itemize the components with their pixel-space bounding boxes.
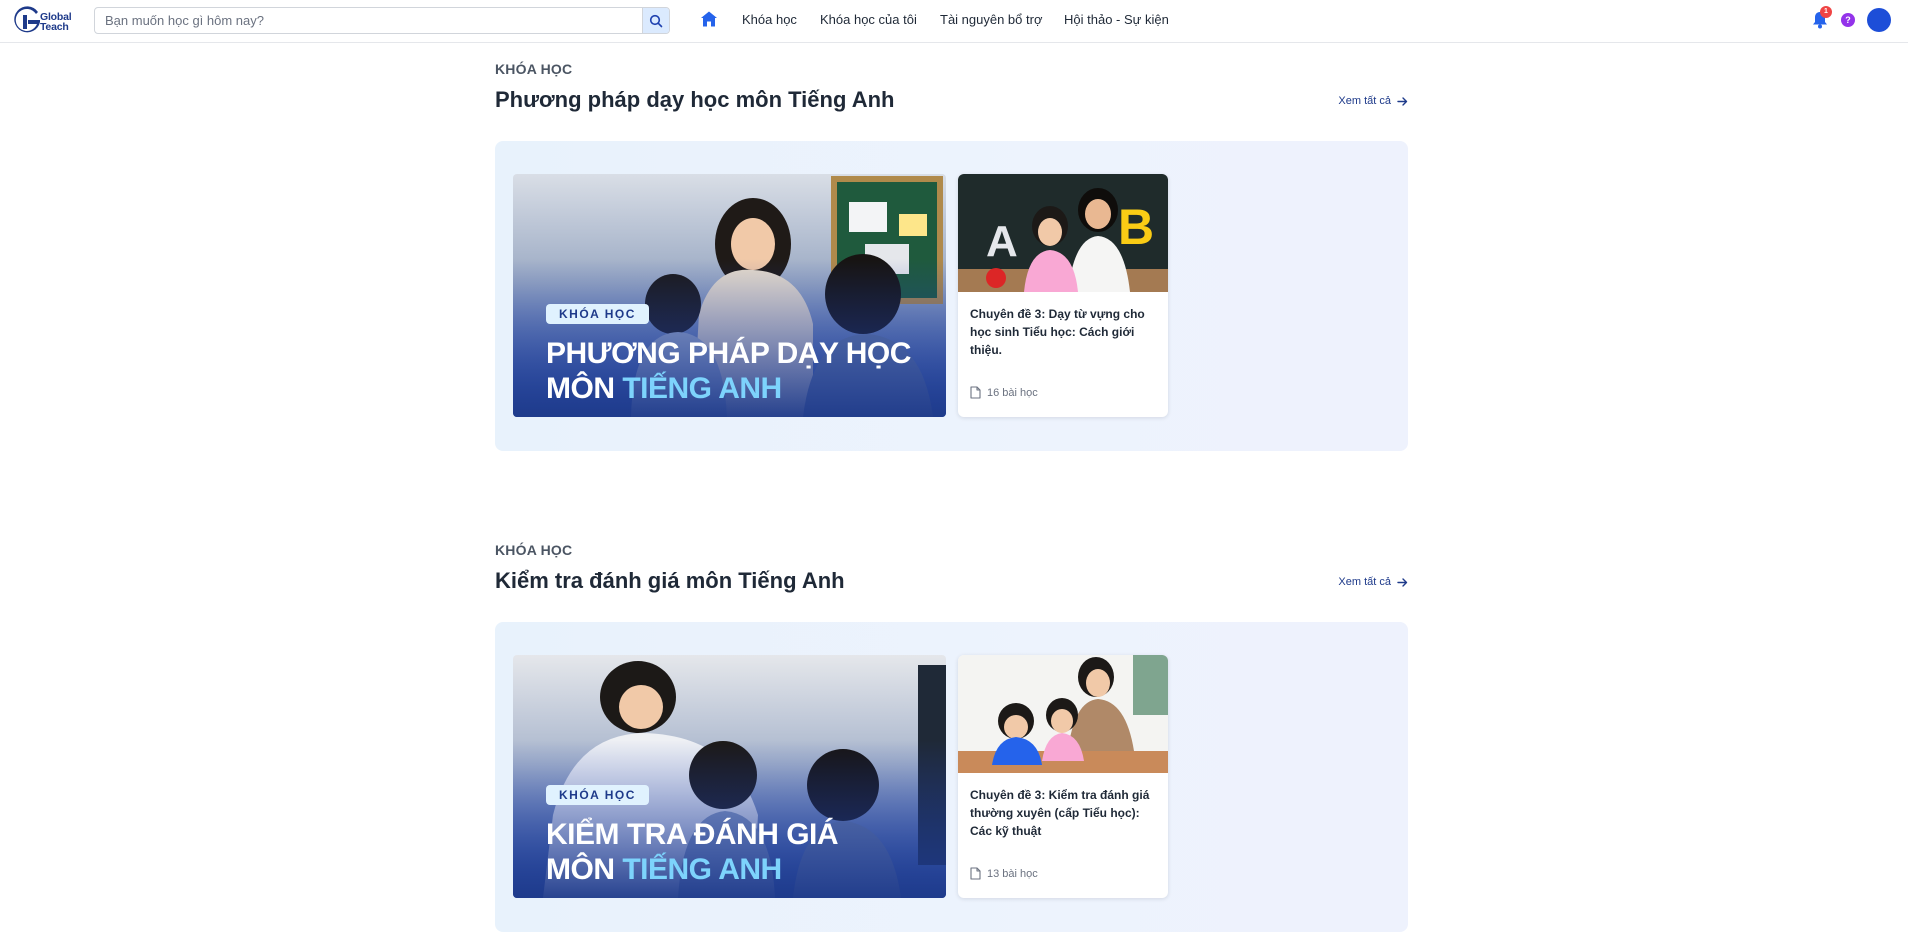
banner-title: KIỂM TRA ĐÁNH GIÁ MÔN TIẾNG ANH bbox=[546, 817, 839, 887]
see-all-label: Xem tất cả bbox=[1338, 576, 1391, 588]
course-banner[interactable]: KHÓA HỌC PHƯƠNG PHÁP DẠY HỌC MÔN TIẾNG A… bbox=[513, 174, 946, 417]
logo-g-icon bbox=[14, 6, 41, 33]
course-panel: KHÓA HỌC PHƯƠNG PHÁP DẠY HỌC MÔN TIẾNG A… bbox=[495, 141, 1408, 451]
nav-khoa-hoc-cua-toi[interactable]: Khóa học của tôi bbox=[820, 12, 917, 27]
see-all-link[interactable]: Xem tất cả bbox=[1338, 95, 1408, 107]
lesson-card[interactable]: Chuyên đề 3: Kiểm tra đánh giá thường xu… bbox=[958, 655, 1168, 898]
search-input[interactable] bbox=[105, 8, 635, 33]
top-navigation-bar: Global Teach Khóa học Khóa học của tôi T… bbox=[0, 0, 1908, 43]
lesson-count: 13 bài học bbox=[970, 867, 1038, 880]
banner-title-line1: PHƯƠNG PHÁP DẠY HỌC bbox=[546, 337, 911, 370]
lesson-count-label: 16 bài học bbox=[987, 386, 1038, 399]
see-all-link[interactable]: Xem tất cả bbox=[1338, 576, 1408, 588]
search-icon bbox=[649, 14, 663, 27]
lesson-card[interactable]: A B Chuyên đề 3: Dạy từ vựng cho học sin… bbox=[958, 174, 1168, 417]
section-title: Kiểm tra đánh giá môn Tiếng Anh bbox=[495, 568, 845, 593]
banner-title-highlight: TIẾNG ANH bbox=[622, 853, 782, 886]
banner-title-highlight: TIẾNG ANH bbox=[622, 372, 782, 405]
section-eyebrow: KHÓA HỌC bbox=[495, 542, 573, 558]
svg-text:B: B bbox=[1118, 199, 1154, 255]
banner-title-line1: KIỂM TRA ĐÁNH GIÁ bbox=[546, 818, 839, 851]
nav-khoa-hoc[interactable]: Khóa học bbox=[742, 12, 797, 27]
banner-tag: KHÓA HỌC bbox=[546, 304, 649, 324]
arrow-right-icon bbox=[1397, 577, 1408, 587]
lesson-card-title: Chuyên đề 3: Dạy từ vựng cho học sinh Ti… bbox=[970, 307, 1145, 357]
arrow-right-icon bbox=[1397, 96, 1408, 106]
lesson-thumbnail-image: A B bbox=[958, 174, 1168, 292]
lesson-card-title: Chuyên đề 3: Kiểm tra đánh giá thường xu… bbox=[970, 788, 1150, 838]
search-button[interactable] bbox=[642, 8, 669, 33]
nav-tai-nguyen-bo-tro[interactable]: Tài nguyên bổ trợ bbox=[940, 12, 1042, 27]
lesson-count: 16 bài học bbox=[970, 386, 1038, 399]
banner-title-prefix: MÔN bbox=[546, 372, 623, 405]
home-icon[interactable] bbox=[700, 10, 718, 28]
course-section-kiem-tra: KHÓA HỌC Kiểm tra đánh giá môn Tiếng Anh… bbox=[495, 542, 1408, 932]
banner-tag: KHÓA HỌC bbox=[546, 785, 649, 805]
user-avatar[interactable] bbox=[1867, 8, 1891, 32]
notification-badge: 1 bbox=[1820, 6, 1832, 18]
banner-title-prefix: MÔN bbox=[546, 853, 623, 886]
course-panel: KHÓA HỌC KIỂM TRA ĐÁNH GIÁ MÔN TIẾNG ANH bbox=[495, 622, 1408, 932]
global-teach-logo[interactable]: Global Teach bbox=[12, 5, 78, 37]
document-icon bbox=[970, 386, 981, 399]
see-all-label: Xem tất cả bbox=[1338, 95, 1391, 107]
course-section-phuong-phap: KHÓA HỌC Phương pháp dạy học môn Tiếng A… bbox=[495, 61, 1408, 451]
banner-title: PHƯƠNG PHÁP DẠY HỌC MÔN TIẾNG ANH bbox=[546, 336, 911, 406]
nav-hoi-thao-su-kien[interactable]: Hội thảo - Sự kiện bbox=[1064, 12, 1169, 27]
logo-text-teach: Teach bbox=[40, 21, 69, 33]
course-banner[interactable]: KHÓA HỌC KIỂM TRA ĐÁNH GIÁ MÔN TIẾNG ANH bbox=[513, 655, 946, 898]
lesson-count-label: 13 bài học bbox=[987, 867, 1038, 880]
lesson-thumbnail-image bbox=[958, 655, 1168, 773]
section-eyebrow: KHÓA HỌC bbox=[495, 61, 573, 77]
svg-text:A: A bbox=[986, 217, 1018, 266]
search-box bbox=[94, 7, 670, 34]
help-icon[interactable]: ? bbox=[1841, 13, 1855, 27]
document-icon bbox=[970, 867, 981, 880]
section-title: Phương pháp dạy học môn Tiếng Anh bbox=[495, 87, 895, 112]
